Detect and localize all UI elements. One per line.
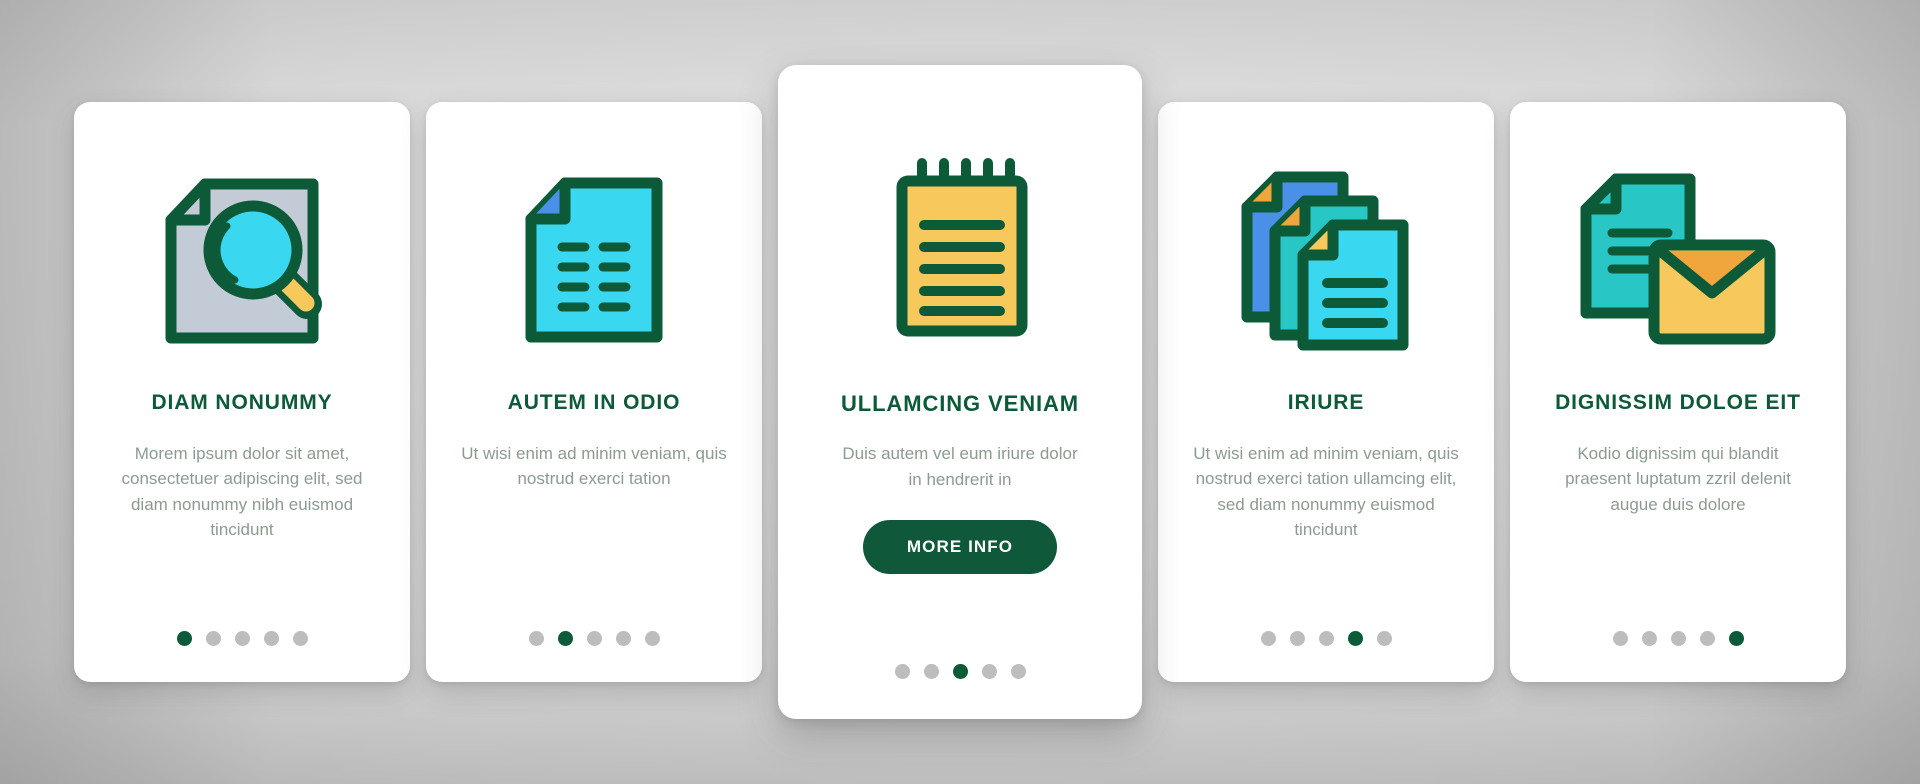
- pagination-dot-5[interactable]: [1010, 664, 1026, 679]
- card-body-text: Ut wisi enim ad minim veniam, quis nostr…: [1193, 444, 1459, 539]
- card-body-text: Kodio dignissim qui blandit praesent lup…: [1565, 444, 1791, 514]
- pagination-dots[interactable]: [426, 631, 762, 646]
- onboarding-card-2[interactable]: AUTEM IN ODIO Ut wisi enim ad minim veni…: [426, 102, 762, 682]
- card-body-text: Morem ipsum dolor sit amet, consectetuer…: [121, 444, 363, 539]
- pagination-dots[interactable]: [1158, 631, 1494, 646]
- card-title: AUTEM IN ODIO: [507, 391, 681, 414]
- document-envelope-icon: [1536, 156, 1820, 364]
- notepad-icon: [804, 123, 1116, 373]
- pagination-dot-2[interactable]: [923, 664, 939, 679]
- pagination-dot-3[interactable]: [586, 631, 602, 646]
- card-body-text: Duis autem vel eum iriure dolor in hendr…: [842, 444, 1078, 489]
- pagination-dot-1[interactable]: [894, 664, 910, 679]
- pagination-dot-1[interactable]: [1260, 631, 1276, 646]
- onboarding-card-carousel: DIAM NONUMMY Morem ipsum dolor sit amet,…: [0, 0, 1920, 784]
- pagination-dot-5[interactable]: [1728, 631, 1744, 646]
- onboarding-card-4[interactable]: IRIURE Ut wisi enim ad minim veniam, qui…: [1158, 102, 1494, 682]
- pagination-dot-3[interactable]: [1318, 631, 1334, 646]
- document-search-icon: [100, 156, 384, 364]
- pagination-dot-2[interactable]: [205, 631, 221, 646]
- pagination-dot-4[interactable]: [1699, 631, 1715, 646]
- pagination-dot-2[interactable]: [557, 631, 573, 646]
- pagination-dots[interactable]: [1510, 631, 1846, 646]
- document-text-icon: [452, 156, 736, 364]
- pagination-dot-2[interactable]: [1289, 631, 1305, 646]
- pagination-dot-1[interactable]: [528, 631, 544, 646]
- onboarding-card-1[interactable]: DIAM NONUMMY Morem ipsum dolor sit amet,…: [74, 102, 410, 682]
- card-title: DIGNISSIM DOLOE EIT: [1555, 391, 1801, 414]
- card-title: ULLAMCING VENIAM: [840, 391, 1080, 416]
- more-info-button[interactable]: MORE INFO: [862, 519, 1058, 574]
- card-title: DIAM NONUMMY: [151, 391, 333, 414]
- pagination-dot-5[interactable]: [1376, 631, 1392, 646]
- pagination-dot-4[interactable]: [263, 631, 279, 646]
- pagination-dots[interactable]: [74, 631, 410, 646]
- onboarding-card-5[interactable]: DIGNISSIM DOLOE EIT Kodio dignissim qui …: [1510, 102, 1846, 682]
- pagination-dot-3[interactable]: [952, 664, 968, 679]
- card-body-text: Ut wisi enim ad minim veniam, quis nostr…: [461, 444, 727, 489]
- pagination-dot-5[interactable]: [644, 631, 660, 646]
- pagination-dot-1[interactable]: [1612, 631, 1628, 646]
- pagination-dot-4[interactable]: [615, 631, 631, 646]
- pagination-dot-3[interactable]: [234, 631, 250, 646]
- pagination-dot-2[interactable]: [1641, 631, 1657, 646]
- stacked-documents-icon: [1184, 156, 1468, 364]
- pagination-dot-4[interactable]: [981, 664, 997, 679]
- pagination-dot-3[interactable]: [1670, 631, 1686, 646]
- pagination-dots[interactable]: [778, 664, 1142, 679]
- onboarding-card-3[interactable]: ULLAMCING VENIAM Duis autem vel eum iriu…: [778, 65, 1142, 719]
- pagination-dot-4[interactable]: [1347, 631, 1363, 646]
- pagination-dot-1[interactable]: [176, 631, 192, 646]
- card-title: IRIURE: [1287, 391, 1365, 414]
- pagination-dot-5[interactable]: [292, 631, 308, 646]
